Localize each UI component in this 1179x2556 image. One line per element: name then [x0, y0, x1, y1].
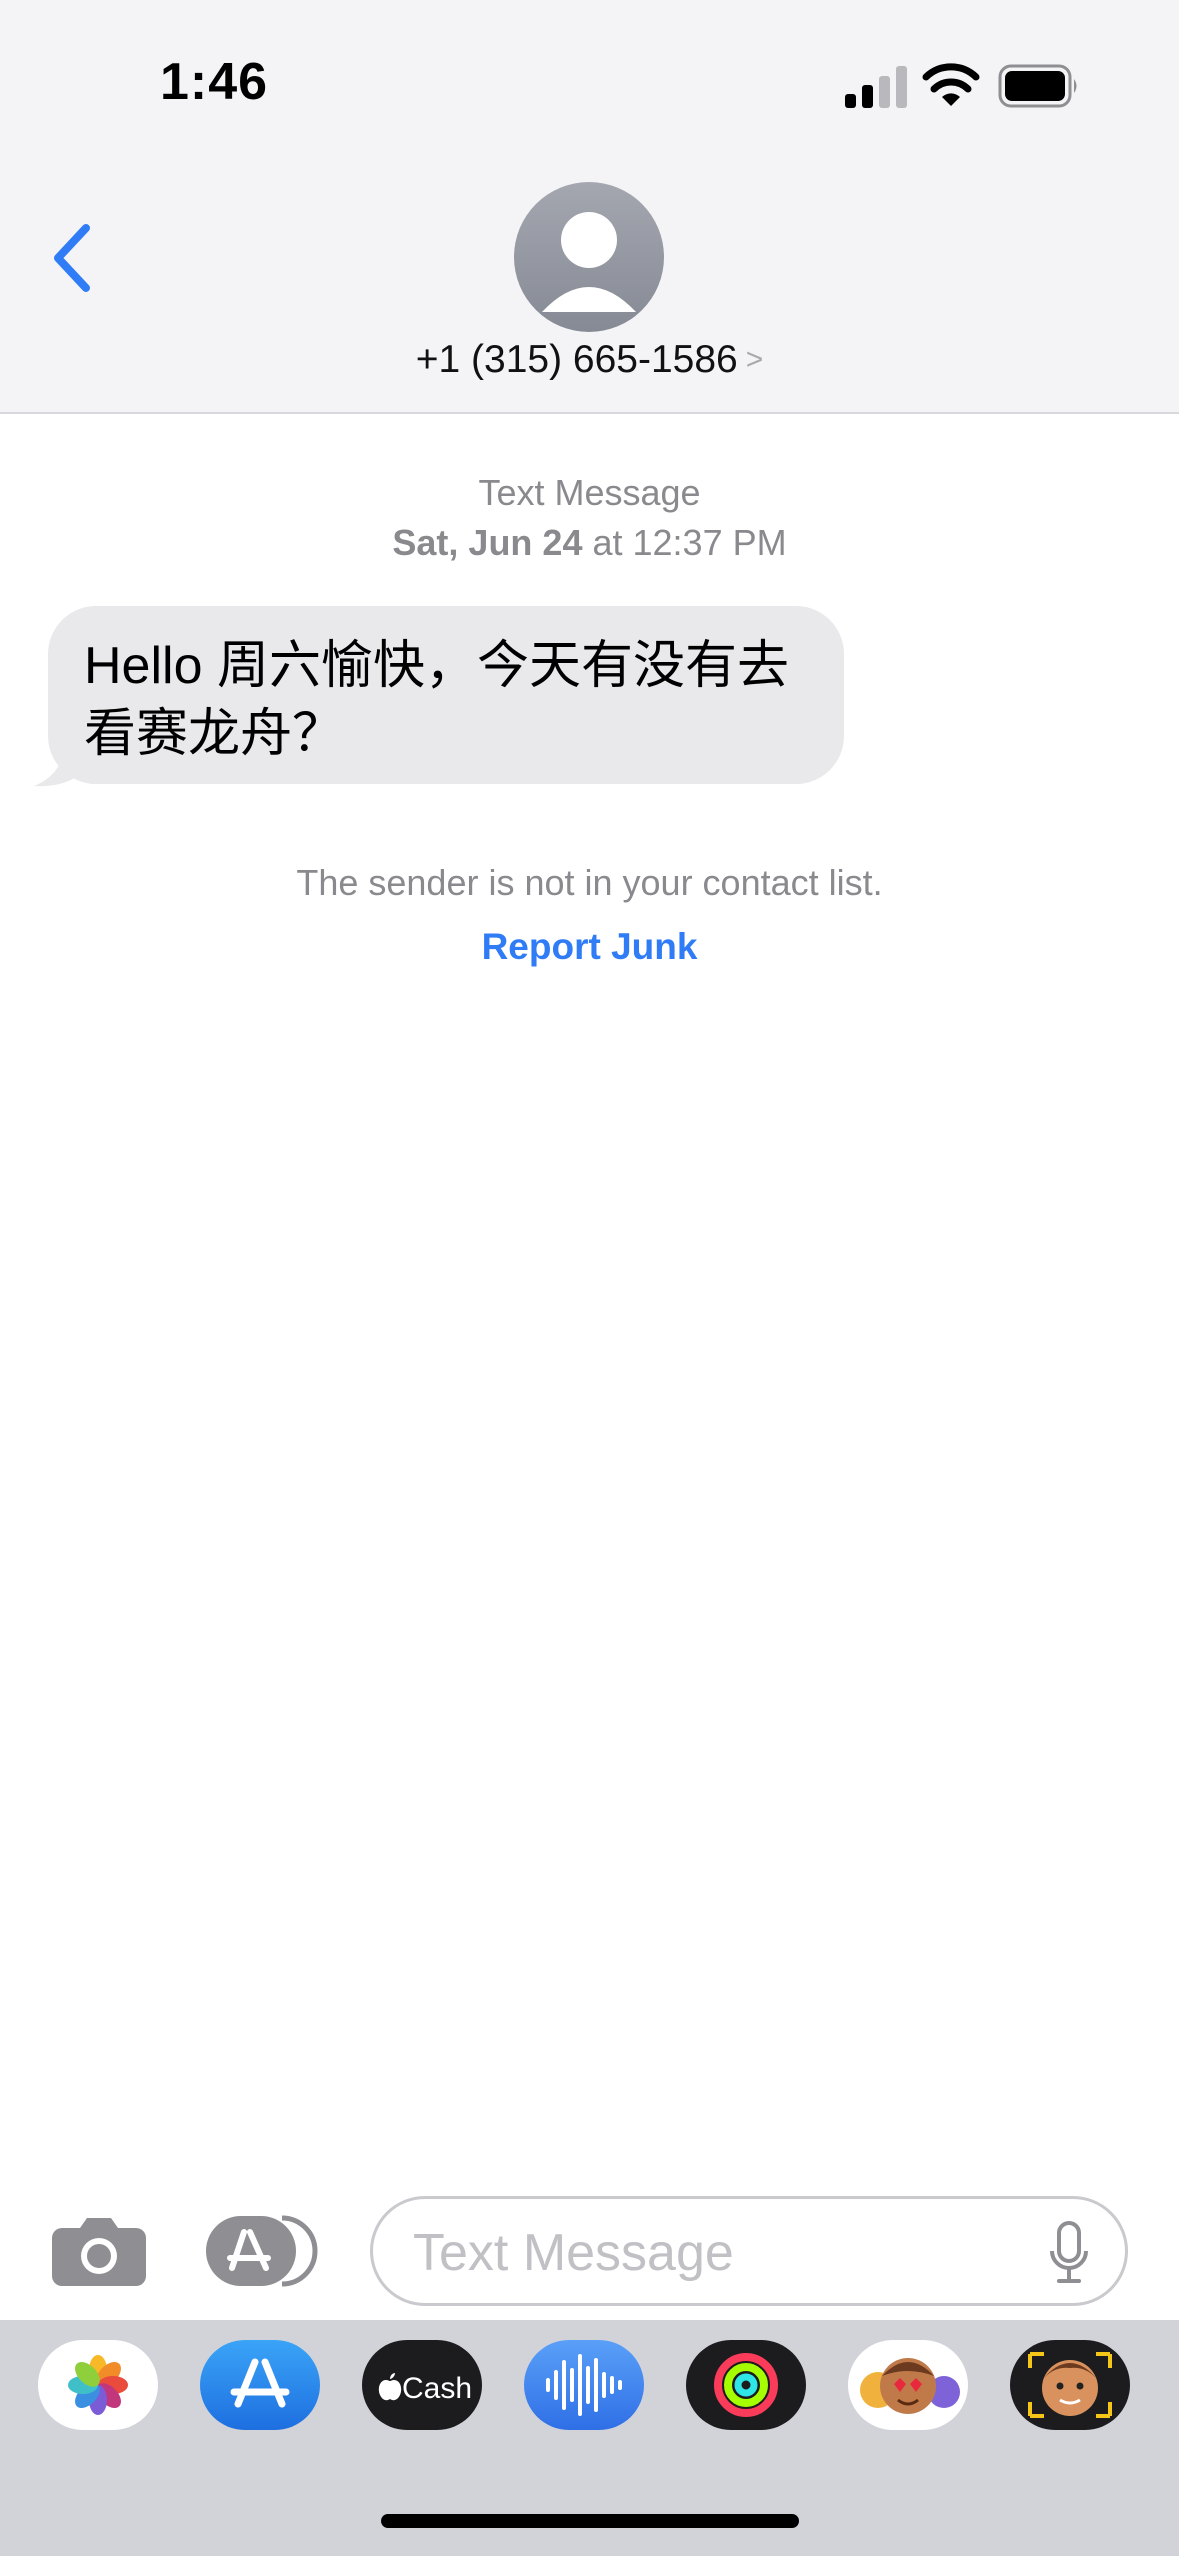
report-junk-link[interactable]: Report Junk: [0, 926, 1179, 968]
camera-icon[interactable]: [52, 2214, 146, 2286]
memoji-icon[interactable]: [1010, 2340, 1130, 2430]
cellular-signal-icon: [845, 66, 907, 108]
person-silhouette-icon: [542, 212, 636, 312]
photos-icon[interactable]: [38, 2340, 158, 2430]
app-store-apps-button-icon[interactable]: [206, 2214, 318, 2288]
app-store-icon[interactable]: [200, 2340, 320, 2430]
battery-icon: [998, 64, 1077, 108]
home-indicator[interactable]: [381, 2514, 799, 2528]
service-label: Text Message: [478, 472, 701, 513]
status-time: 1:46: [160, 53, 269, 111]
message-text: Hello 周六愉快，今天有没有去看赛龙舟？: [84, 637, 789, 763]
apple-cash-icon[interactable]: Cash: [362, 2340, 482, 2430]
incoming-message-bubble[interactable]: Hello 周六愉快，今天有没有去看赛龙舟？: [48, 606, 844, 784]
contact-number: +1 (315) 665-1586: [415, 338, 738, 381]
wifi-icon: [922, 63, 980, 106]
microphone-icon[interactable]: [1049, 2221, 1089, 2285]
apple-cash-label: Cash: [402, 2372, 472, 2405]
audio-message-icon[interactable]: [524, 2340, 644, 2430]
contact-title[interactable]: +1 (315) 665-1586 >: [0, 338, 1179, 382]
message-date: Sat, Jun 24: [392, 522, 583, 563]
chevron-right-icon: >: [745, 343, 764, 376]
activity-icon[interactable]: [686, 2340, 806, 2430]
message-time: at 12:37 PM: [592, 522, 787, 563]
back-chevron-icon[interactable]: [42, 218, 102, 298]
memoji-stickers-icon[interactable]: [848, 2340, 968, 2430]
message-input-placeholder: Text Message: [413, 2224, 734, 2282]
contact-avatar[interactable]: [514, 182, 664, 332]
message-input[interactable]: Text Message: [370, 2196, 1128, 2306]
message-metadata: Text Message Sat, Jun 24 at 12:37 PM: [0, 468, 1179, 568]
sender-notice: The sender is not in your contact list.: [296, 862, 883, 903]
